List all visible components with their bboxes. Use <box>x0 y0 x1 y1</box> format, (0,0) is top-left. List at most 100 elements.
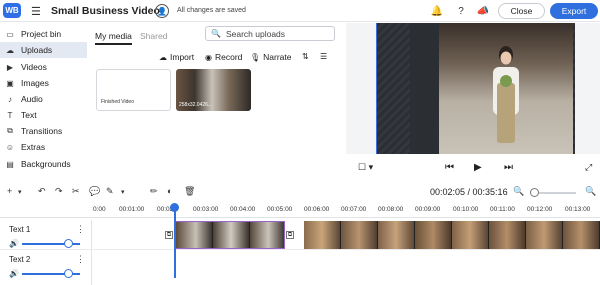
undo-icon[interactable]: ↶ <box>38 186 46 197</box>
transition-handle[interactable]: ⧉ <box>165 231 173 239</box>
music-icon: ♪ <box>8 94 12 104</box>
export-button[interactable]: Export <box>550 3 598 19</box>
preview-panel: ☐ ▾ ⏮ ▶ ⏭ ⤢ <box>346 23 600 180</box>
clip-frame <box>213 222 250 248</box>
sidebar-item-text[interactable]: T Text <box>0 107 87 123</box>
video-clip-selected[interactable] <box>175 221 285 249</box>
tab-my-media[interactable]: My media <box>95 31 132 45</box>
volume-slider-knob[interactable] <box>64 239 73 248</box>
import-button[interactable]: ☁ Import <box>159 52 194 62</box>
search-placeholder: Search uploads <box>225 28 286 39</box>
timecode: 00:02:05 / 00:35:16 <box>430 187 508 197</box>
transition-handle[interactable]: ⧉ <box>286 231 294 239</box>
ruler-tick: 00:07:00 <box>341 206 367 213</box>
skip-forward-icon[interactable]: ⏭ <box>504 162 513 173</box>
sidebar-item-transitions[interactable]: ⧉ Transitions <box>0 123 87 139</box>
text-icon: T <box>7 110 13 120</box>
person-image <box>493 46 519 143</box>
fullscreen-icon[interactable]: ⤢ <box>585 162 592 173</box>
backgrounds-icon: ▤ <box>6 159 14 169</box>
folder-icon: ▭ <box>6 29 14 39</box>
more-options-icon[interactable]: ⋮ <box>76 254 85 265</box>
ruler-tick: 00:13:00 <box>565 206 591 213</box>
record-icon: ◉ <box>205 52 212 62</box>
ruler-tick: 00:09:00 <box>415 206 441 213</box>
add-icon[interactable]: + <box>7 186 12 196</box>
track-name: Text 1 <box>9 225 31 234</box>
user-share-icon[interactable]: 👤 <box>155 4 169 18</box>
effects-icon[interactable]: ◐ <box>167 186 172 196</box>
image-icon: ▣ <box>6 78 14 88</box>
sidebar-item-images[interactable]: ▣ Images <box>0 75 87 91</box>
bell-icon[interactable]: 🔔 <box>430 4 444 18</box>
sidebar-item-project-bin[interactable]: ▭ Project bin <box>0 26 87 42</box>
track-name: Text 2 <box>9 255 31 264</box>
filter-button[interactable]: ☰ <box>320 52 330 61</box>
ruler-tick: 00:03:00 <box>193 206 219 213</box>
tab-shared[interactable]: Shared <box>140 31 167 41</box>
sidebar-item-extras[interactable]: ☺ Extras <box>0 139 87 155</box>
sidebar-item-label: Transitions <box>21 126 63 136</box>
search-icon: 🔍 <box>211 29 221 38</box>
edit-icon[interactable]: ✏ <box>150 186 158 197</box>
import-label: Import <box>170 52 195 62</box>
sidebar-item-audio[interactable]: ♪ Audio <box>0 91 87 107</box>
ruler-tick: 00:01:00 <box>119 206 145 213</box>
narrate-button[interactable]: 🎙 Narrate <box>250 52 292 62</box>
ruler-tick: 00:05:00 <box>267 206 293 213</box>
sidebar-item-videos[interactable]: ▶ Videos <box>0 59 87 75</box>
sidebar-item-uploads[interactable]: ☁ Uploads <box>0 42 87 58</box>
sidebar-item-backgrounds[interactable]: ▤ Backgrounds <box>0 156 87 172</box>
media-item-video[interactable]: 258x32.0426... <box>176 69 251 111</box>
clip-frame <box>452 221 489 249</box>
clip-frame <box>415 221 452 249</box>
chevron-down-icon[interactable]: ▾ <box>18 188 22 196</box>
clip-frame <box>176 222 213 248</box>
timeline-ruler[interactable]: 0:00 00:01:00 00:02 00:03:00 00:04:00 00… <box>0 202 600 218</box>
filter-icon: ☰ <box>320 52 328 61</box>
logo: WB <box>3 3 21 18</box>
skip-back-icon[interactable]: ⏮ <box>445 162 454 173</box>
ruler-tick: 00:06:00 <box>304 206 330 213</box>
clip-frame <box>304 221 341 249</box>
sidebar-item-label: Text <box>21 110 37 120</box>
comment-icon[interactable]: 💬 <box>89 186 100 197</box>
volume-icon[interactable]: 🔊 <box>9 269 19 278</box>
split-icon[interactable]: ✂ <box>72 186 80 197</box>
record-label: Record <box>214 52 243 62</box>
chevron-down-icon[interactable]: ▾ <box>121 188 125 196</box>
play-icon[interactable]: ▶ <box>474 162 482 173</box>
cloud-upload-icon: ☁ <box>159 52 167 62</box>
aspect-ratio-icon[interactable]: ☐ ▾ <box>358 162 373 173</box>
sort-button[interactable]: ⇅ <box>302 52 312 61</box>
search-input[interactable]: 🔍 Search uploads <box>205 26 335 41</box>
sidebar-item-label: Videos <box>21 62 47 72</box>
megaphone-icon[interactable]: 📣 <box>476 4 490 18</box>
project-title[interactable]: Small Business Video <box>51 5 160 17</box>
more-options-icon[interactable]: ⋮ <box>76 224 85 235</box>
timeline-toolbar: + ▾ ↶ ↷ ✂ 💬 ✎ ▾ ✏ ◐ 🗑 00:02:05 / 00:35:1… <box>0 182 600 202</box>
zoom-in-icon[interactable]: 🔍 <box>585 186 596 197</box>
clip-frame <box>250 222 284 248</box>
pen-icon[interactable]: ✎ <box>106 186 114 197</box>
record-button[interactable]: ◉ Record <box>205 52 242 62</box>
zoom-out-icon[interactable]: 🔍 <box>513 186 524 197</box>
media-item-folder[interactable]: Finished Video <box>96 69 171 111</box>
extras-icon: ☺ <box>5 142 15 152</box>
trash-icon[interactable]: 🗑 <box>184 186 195 197</box>
close-button[interactable]: Close <box>498 3 545 19</box>
volume-slider-knob[interactable] <box>64 269 73 278</box>
stage-padding <box>377 23 410 154</box>
video-clip[interactable] <box>304 221 600 249</box>
help-icon[interactable]: ? <box>454 4 468 18</box>
zoom-slider-knob[interactable] <box>530 188 539 197</box>
video-stage[interactable] <box>376 23 575 154</box>
menu-icon[interactable]: ☰ <box>31 5 41 18</box>
sidebar-item-label: Project bin <box>21 29 62 39</box>
transitions-icon: ⧉ <box>7 126 13 135</box>
clip-frame <box>489 221 526 249</box>
redo-icon[interactable]: ↷ <box>55 186 63 197</box>
top-bar: WB ☰ Small Business Video 👤 All changes … <box>0 0 600 22</box>
playhead-line[interactable] <box>174 211 176 278</box>
volume-icon[interactable]: 🔊 <box>9 239 19 248</box>
